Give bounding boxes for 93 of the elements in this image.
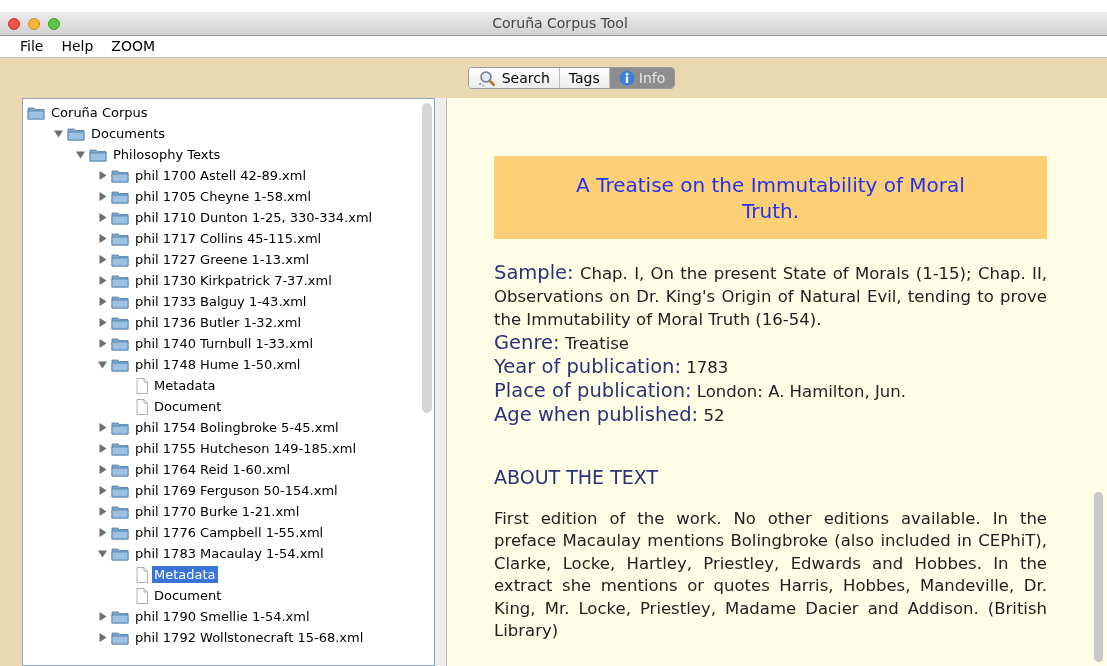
folder-icon [111,273,129,288]
tree-item[interactable]: phil 1730 Kirkpatrick 7-37.xml [133,272,334,289]
metadata-field: Genre: Treatise [494,331,1047,355]
tree-item[interactable]: Coruña Corpus [49,104,150,121]
document-icon [136,566,148,583]
expand-arrow-icon[interactable] [97,444,107,453]
folder-icon [67,126,85,141]
expand-arrow-icon[interactable] [97,255,107,264]
expand-arrow-icon[interactable] [97,213,107,222]
metadata-field: Age when published: 52 [494,403,1047,427]
tree-item[interactable]: phil 1754 Bolingbroke 5-45.xml [133,419,341,436]
tree-item[interactable]: Documents [89,125,168,142]
expand-arrow-icon[interactable] [97,528,107,537]
document-icon [136,377,148,394]
collapse-arrow-icon[interactable] [75,150,85,159]
expand-arrow-icon[interactable] [97,486,107,495]
expand-arrow-icon[interactable] [97,507,107,516]
folder-icon [89,147,107,162]
tree-item[interactable]: phil 1700 Astell 42-89.xml [133,167,309,184]
tree-item[interactable]: Document [152,587,224,604]
tree-item[interactable]: phil 1764 Reid 1-60.xml [133,461,293,478]
folder-icon [111,231,129,246]
expand-arrow-icon[interactable] [97,171,107,180]
tree-item[interactable]: phil 1783 Macaulay 1-54.xml [133,545,326,562]
folder-icon [111,189,129,204]
expand-arrow-icon[interactable] [97,297,107,306]
folder-icon [111,441,129,456]
expand-arrow-icon[interactable] [97,633,107,642]
expand-arrow-icon[interactable] [97,612,107,621]
about-paragraph: First edition of the work. No other editions available. In the preface Macaulay mentions Bolingbroke (also included in CEPhiT), Clarke, Locke, Hartley, Priestley, Edwards and Hobbes. In the extract she mentions or quotes Harris, Hobbes, Mandeville, Dr. King, Mr. Locke, Priestley, Madame Dacier and Addison. (British Library) [494,507,1047,642]
section-heading: ABOUT THE TEXT [494,465,660,490]
expand-arrow-icon[interactable] [97,423,107,432]
scrollbar[interactable] [422,103,432,413]
maximize-button[interactable] [48,17,60,30]
folder-icon [111,525,129,540]
window-title: Coruña Corpus Tool [491,14,629,33]
collapse-arrow-icon[interactable] [97,360,107,369]
tree-item[interactable]: Metadata [152,566,218,583]
tree-item[interactable]: phil 1770 Burke 1-21.xml [133,503,302,520]
menu-item[interactable]: Help [61,36,94,57]
info-icon [618,70,635,86]
tree-item[interactable]: phil 1710 Dunton 1-25, 330-334.xml [133,209,375,226]
folder-icon [111,462,129,477]
collapse-arrow-icon[interactable] [97,549,107,558]
folder-icon [111,252,129,267]
expand-arrow-icon[interactable] [97,318,107,327]
expand-arrow-icon[interactable] [97,465,107,474]
expand-arrow-icon[interactable] [97,192,107,201]
folder-icon [111,336,129,351]
tree-item[interactable]: phil 1740 Turnbull 1-33.xml [133,335,316,352]
folder-icon [111,168,129,183]
tree-item[interactable]: phil 1705 Cheyne 1-58.xml [133,188,314,205]
menu-item[interactable]: File [20,36,44,57]
folder-icon [111,630,129,645]
tree-item[interactable]: Philosophy Texts [111,146,223,163]
expand-arrow-icon[interactable] [97,234,107,243]
tab[interactable]: Tags [558,68,609,88]
expand-arrow-icon[interactable] [97,339,107,348]
scrollbar[interactable] [1094,492,1103,662]
folder-icon [111,546,129,561]
folder-icon [111,420,129,435]
search-icon [477,69,498,87]
tree-item[interactable]: phil 1769 Ferguson 50-154.xml [133,482,340,499]
folder-icon [27,105,45,120]
folder-icon [111,609,129,624]
tree-item[interactable]: Metadata [152,377,218,394]
folder-icon [111,483,129,498]
tree-item[interactable]: phil 1790 Smellie 1-54.xml [133,608,312,625]
collapse-arrow-icon[interactable] [53,129,63,138]
document-icon [136,398,148,415]
tree-item[interactable]: phil 1736 Butler 1-32.xml [133,314,303,331]
metadata-field: Sample: Chap. I, On the present State of Morals (1-15); Chap. II, Observations on Dr. King's Origin of Natural Evil, tending to prove the Immutability of Moral Truth (16-54). [494,261,1047,331]
document-title: A Treatise on the Immutability of Moral Truth. [575,171,966,224]
tab[interactable]: Search [468,68,559,88]
tree-item[interactable]: phil 1727 Greene 1-13.xml [133,251,312,268]
tree-item[interactable]: phil 1755 Hutcheson 149-185.xml [133,440,359,457]
tree-item[interactable]: phil 1717 Collins 45-115.xml [133,230,324,247]
metadata-field: Year of publication: 1783 [494,355,1047,379]
tree-item[interactable]: phil 1733 Balguy 1-43.xml [133,293,309,310]
folder-icon [111,294,129,309]
tree-item[interactable]: phil 1748 Hume 1-50.xml [133,356,303,373]
close-button[interactable] [8,17,20,30]
menu-item[interactable]: ZOOM [111,36,156,57]
tree-item[interactable]: Document [152,398,224,415]
folder-icon [111,504,129,519]
folder-icon [111,315,129,330]
document-icon [136,587,148,604]
folder-icon [111,357,129,372]
tree-item[interactable]: phil 1776 Campbell 1-55.xml [133,524,326,541]
metadata-field: Place of publication: London: A. Hamilton, Jun. [494,379,1047,403]
tree-item[interactable]: phil 1792 Wollstonecraft 15-68.xml [133,629,366,646]
expand-arrow-icon[interactable] [97,276,107,285]
folder-icon [111,210,129,225]
